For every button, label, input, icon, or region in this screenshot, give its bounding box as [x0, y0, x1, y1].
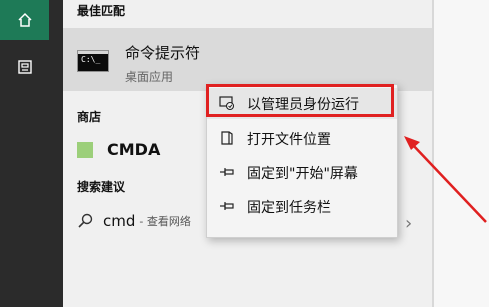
annotation-arrow — [404, 136, 487, 223]
